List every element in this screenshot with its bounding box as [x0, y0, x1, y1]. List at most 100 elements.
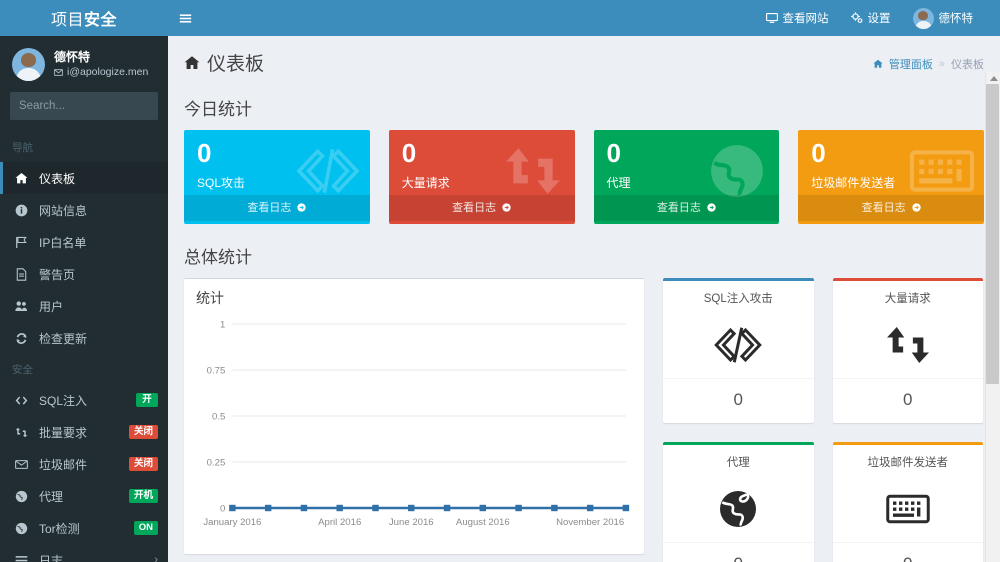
retweet-icon — [15, 426, 32, 439]
info-card-spammers: 垃圾邮件发送者 0 — [832, 442, 984, 562]
sidebar-item-tor-detect[interactable]: Tor检测 ON — [0, 512, 168, 544]
info-card-title: 垃圾邮件发送者 — [867, 457, 949, 469]
today-stats-heading: 今日统计 — [184, 100, 252, 119]
sidebar-item-site-info[interactable]: 网站信息 — [0, 194, 168, 226]
page-header: 仪表板 管理面板 » 仪表板 — [184, 49, 984, 76]
breadcrumb-current: 仪表板 — [951, 59, 984, 71]
info-card-grid: SQL注入攻击 0 大量请求 0 代理 垃圾邮件发送者 — [663, 278, 984, 562]
sidebar-item-label: 垃圾邮件 — [39, 457, 88, 472]
sidebar-item-warning-page[interactable]: 警告页 — [0, 258, 168, 290]
small-box-value: 0 — [811, 138, 826, 168]
page-title-text: 仪表板 — [207, 54, 265, 75]
info-card-value: 0 — [663, 542, 814, 562]
chevron-right-icon: › — [154, 554, 158, 562]
info-card-sql-injection: SQL注入攻击 0 — [663, 278, 814, 423]
view-log-link[interactable]: 查看日志 — [388, 195, 575, 222]
svg-text:0.75: 0.75 — [207, 366, 226, 377]
code-icon — [15, 394, 32, 407]
small-box-label: SQL攻击 — [197, 176, 246, 191]
home-icon — [15, 172, 32, 185]
info-card-proxy: 代理 0 — [663, 442, 814, 562]
brand-logo[interactable]: 项目 安全 — [0, 0, 168, 36]
svg-text:1: 1 — [220, 320, 225, 331]
chart-body: 0 0.25 0.5 0.75 1 January 2016 April 2016 June … — [184, 310, 644, 554]
sidebar-toggle-button[interactable] — [168, 0, 202, 36]
sidebar-item-spam-mail[interactable]: 垃圾邮件 关闭 — [0, 448, 168, 480]
settings-button[interactable]: 设置 — [840, 0, 902, 36]
envelope-icon — [54, 68, 63, 76]
info-card-title: SQL注入攻击 — [703, 293, 773, 305]
settings-label: 设置 — [867, 13, 891, 25]
retweet-icon — [833, 312, 984, 378]
info-card-title: 代理 — [726, 457, 750, 469]
sidebar-item-logs[interactable]: 日志 › — [0, 544, 168, 562]
sidebar-item-label: 批量要求 — [39, 425, 88, 440]
search-box[interactable] — [10, 92, 168, 120]
small-box-body: 0 垃圾邮件发送者 — [798, 130, 984, 195]
statistics-line-chart[interactable]: 0 0.25 0.5 0.75 1 January 2016 April 2016 June … — [190, 312, 634, 548]
main-area: 查看网站 设置 德怀特 仪表板 管理面板 » 仪表板 今日统计 0 SQL攻击 … — [168, 0, 1000, 562]
code-icon — [663, 312, 814, 378]
page-title: 仪表板 — [184, 49, 264, 76]
account-menu[interactable]: 德怀特 — [902, 0, 985, 36]
small-box-label: 垃圾邮件发送者 — [811, 176, 896, 191]
status-badge: 关闭 — [128, 424, 158, 440]
globe-icon — [15, 490, 32, 503]
dashboard-app: 项目安全 德怀特 i@apologize.men 导航 — [0, 0, 1000, 562]
user-panel[interactable]: 德怀特 i@apologize.men — [0, 36, 168, 92]
bars-icon — [15, 554, 32, 562]
home-icon — [184, 55, 200, 69]
sidebar-item-ip-whitelist[interactable]: IP白名单 — [0, 226, 168, 258]
user-email: i@apologize.men — [67, 66, 149, 78]
view-site-button[interactable]: 查看网站 — [755, 0, 840, 36]
small-box-body: 0 代理 — [594, 130, 780, 195]
flag-icon — [15, 236, 32, 249]
view-log-link[interactable]: 查看日志 — [798, 195, 984, 222]
envelope-icon — [15, 458, 32, 471]
sidebar-item-users[interactable]: 用户 — [0, 290, 168, 322]
sidebar-item-dashboard[interactable]: 仪表板 — [0, 162, 168, 194]
arrow-circle-right-icon — [911, 203, 921, 212]
sidebar-item-label: 检查更新 — [39, 331, 88, 346]
status-badge: ON — [133, 520, 158, 536]
status-badge: 关闭 — [128, 456, 158, 472]
scrollbar-thumb[interactable] — [986, 84, 999, 384]
small-box-spammers: 0 垃圾邮件发送者 查看日志 — [798, 130, 984, 224]
status-badge: 开机 — [128, 488, 158, 504]
svg-text:November 2016: November 2016 — [556, 517, 624, 528]
info-card-title: 大量请求 — [884, 293, 931, 305]
nav-section-header-nav: 导航 — [12, 142, 33, 154]
small-box-sql-attacks: 0 SQL攻击 查看日志 — [184, 130, 370, 224]
view-log-label: 查看日志 — [656, 202, 701, 215]
view-log-link[interactable]: 查看日志 — [593, 195, 780, 222]
svg-text:June 2016: June 2016 — [389, 517, 434, 528]
scroll-up-arrow-icon[interactable] — [990, 76, 998, 81]
avatar — [912, 7, 934, 29]
gear-icon — [850, 12, 862, 23]
view-log-link[interactable]: 查看日志 — [184, 195, 370, 222]
svg-text:0.25: 0.25 — [207, 458, 226, 469]
chart-title: 统计 — [196, 290, 224, 306]
sidebar-item-label: IP白名单 — [39, 235, 87, 250]
keyboard-icon — [833, 476, 984, 542]
sidebar-item-proxy[interactable]: 代理 开机 — [0, 480, 168, 512]
sidebar-item-sql-injection[interactable]: SQL注入 开 — [0, 384, 168, 416]
breadcrumb-separator: » — [938, 58, 945, 70]
breadcrumb-root[interactable]: 管理面板 — [889, 56, 933, 72]
sidebar-item-label: 代理 — [39, 489, 64, 504]
sidebar-item-label: Tor检测 — [39, 521, 80, 536]
account-label: 德怀特 — [938, 13, 974, 25]
arrow-circle-right-icon — [707, 203, 716, 212]
sidebar-search — [0, 92, 168, 132]
svg-text:August 2016: August 2016 — [456, 517, 510, 528]
sidebar-item-bulk-requests[interactable]: 批量要求 关闭 — [0, 416, 168, 448]
search-input[interactable] — [11, 100, 168, 112]
content-scrollbar[interactable] — [985, 72, 1000, 562]
desktop-icon — [765, 12, 778, 23]
view-log-label: 查看日志 — [247, 202, 292, 215]
sidebar-item-check-update[interactable]: 检查更新 — [0, 322, 168, 354]
info-card-bulk-requests: 大量请求 0 — [832, 278, 984, 423]
globe-icon — [663, 476, 814, 542]
svg-text:0.5: 0.5 — [212, 412, 225, 423]
small-box-body: 0 大量请求 — [389, 130, 575, 195]
